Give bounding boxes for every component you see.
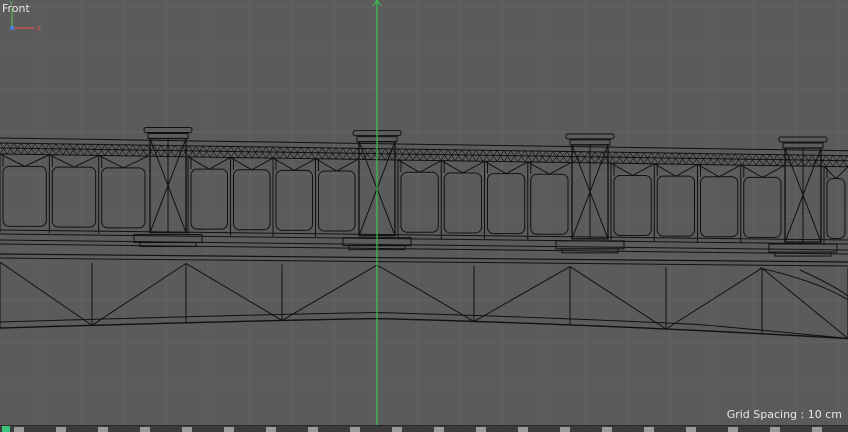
axis-origin bbox=[10, 26, 14, 30]
timeline-ruler[interactable] bbox=[0, 425, 848, 432]
grid-spacing-label: Grid Spacing : 10 cm bbox=[726, 408, 842, 421]
axis-y-label: Y bbox=[8, 0, 14, 8]
wireframe-scene[interactable] bbox=[0, 0, 848, 432]
timeline-marker[interactable] bbox=[2, 426, 10, 432]
ruler-ticks bbox=[14, 427, 848, 432]
front-viewport[interactable]: Front Y X Grid Spacing : 10 cm bbox=[0, 0, 848, 432]
axis-x-label: X bbox=[36, 25, 41, 33]
axis-gizmo: Y X bbox=[8, 0, 41, 33]
